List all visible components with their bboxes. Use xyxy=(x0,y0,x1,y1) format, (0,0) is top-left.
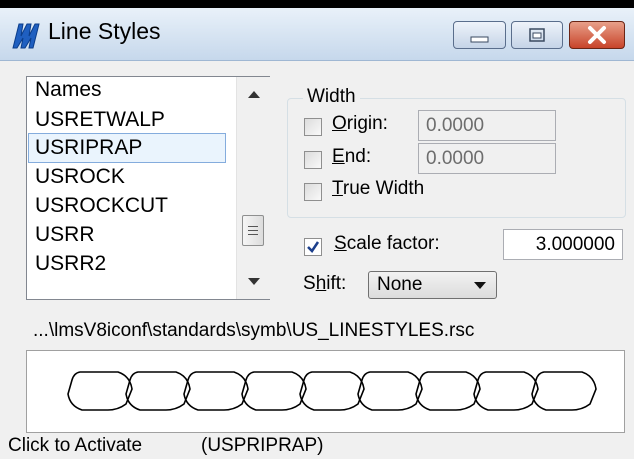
maximize-button[interactable] xyxy=(511,21,563,49)
riprap-block xyxy=(67,371,133,411)
list-item[interactable]: USROCK xyxy=(35,165,125,189)
riprap-block xyxy=(473,371,539,411)
list-item-selected[interactable]: USRIPRAP xyxy=(28,133,226,163)
scroll-up-button[interactable] xyxy=(237,77,270,111)
riprap-block xyxy=(531,371,597,411)
list-scrollbar[interactable] xyxy=(236,77,270,299)
line-styles-window: Line Styles Names USRETWALP USRIPRAP USR… xyxy=(0,8,634,459)
riprap-block xyxy=(299,371,365,411)
list-item[interactable]: USROCKCUT xyxy=(35,194,168,218)
origin-label: Origin: xyxy=(332,113,388,134)
status-active-style: (USPRIPRAP) xyxy=(201,435,324,456)
microstation-app-icon xyxy=(12,23,40,49)
shift-label: Shift: xyxy=(303,273,347,294)
origin-checkbox[interactable] xyxy=(304,118,322,136)
shift-dropdown[interactable]: None xyxy=(368,271,497,299)
window-title: Line Styles xyxy=(48,18,161,44)
riprap-block xyxy=(241,371,307,411)
list-item[interactable]: USRR xyxy=(35,223,95,247)
true-width-checkbox[interactable] xyxy=(304,183,322,201)
minimize-button[interactable] xyxy=(453,21,506,49)
riprap-block xyxy=(125,371,191,411)
file-path-label: ...\lmsV8iconf\standards\symb\US_LINESTY… xyxy=(33,320,475,341)
origin-input[interactable]: 0.0000 xyxy=(418,110,556,141)
width-group-label: Width xyxy=(303,86,360,108)
status-hint: Click to Activate xyxy=(8,435,143,456)
checkmark-icon xyxy=(307,241,320,253)
end-label: End: xyxy=(332,146,372,167)
close-button[interactable] xyxy=(569,21,625,49)
list-item[interactable]: USRETWALP xyxy=(35,108,165,132)
end-input[interactable]: 0.0000 xyxy=(418,143,556,174)
scale-factor-input[interactable]: 3.000000 xyxy=(503,229,623,260)
names-list-header: Names xyxy=(35,78,102,101)
maximize-icon xyxy=(529,28,545,42)
minimize-icon xyxy=(470,36,489,43)
scale-factor-checkbox[interactable] xyxy=(304,238,322,256)
riprap-block xyxy=(415,371,481,411)
scale-factor-label: Scale factor: xyxy=(334,233,440,254)
close-icon xyxy=(588,26,606,44)
line-style-preview[interactable] xyxy=(26,350,625,433)
dropdown-arrow-icon xyxy=(474,282,486,289)
title-bar[interactable]: Line Styles xyxy=(0,8,634,61)
shift-dropdown-value: None xyxy=(377,274,423,295)
true-width-label: True Width xyxy=(332,178,425,199)
arrow-up-icon xyxy=(247,91,260,98)
scroll-thumb[interactable] xyxy=(242,215,264,246)
riprap-block xyxy=(183,371,249,411)
names-list[interactable]: Names USRETWALP USRIPRAP USROCK USROCKCU… xyxy=(26,76,270,300)
riprap-pattern-preview xyxy=(67,371,597,411)
riprap-block xyxy=(357,371,423,411)
scroll-down-button[interactable] xyxy=(237,265,270,299)
end-checkbox[interactable] xyxy=(304,151,322,169)
dialog-body: Names USRETWALP USRIPRAP USROCK USROCKCU… xyxy=(0,61,634,459)
list-item[interactable]: USRR2 xyxy=(35,252,106,276)
arrow-down-icon xyxy=(247,278,260,285)
